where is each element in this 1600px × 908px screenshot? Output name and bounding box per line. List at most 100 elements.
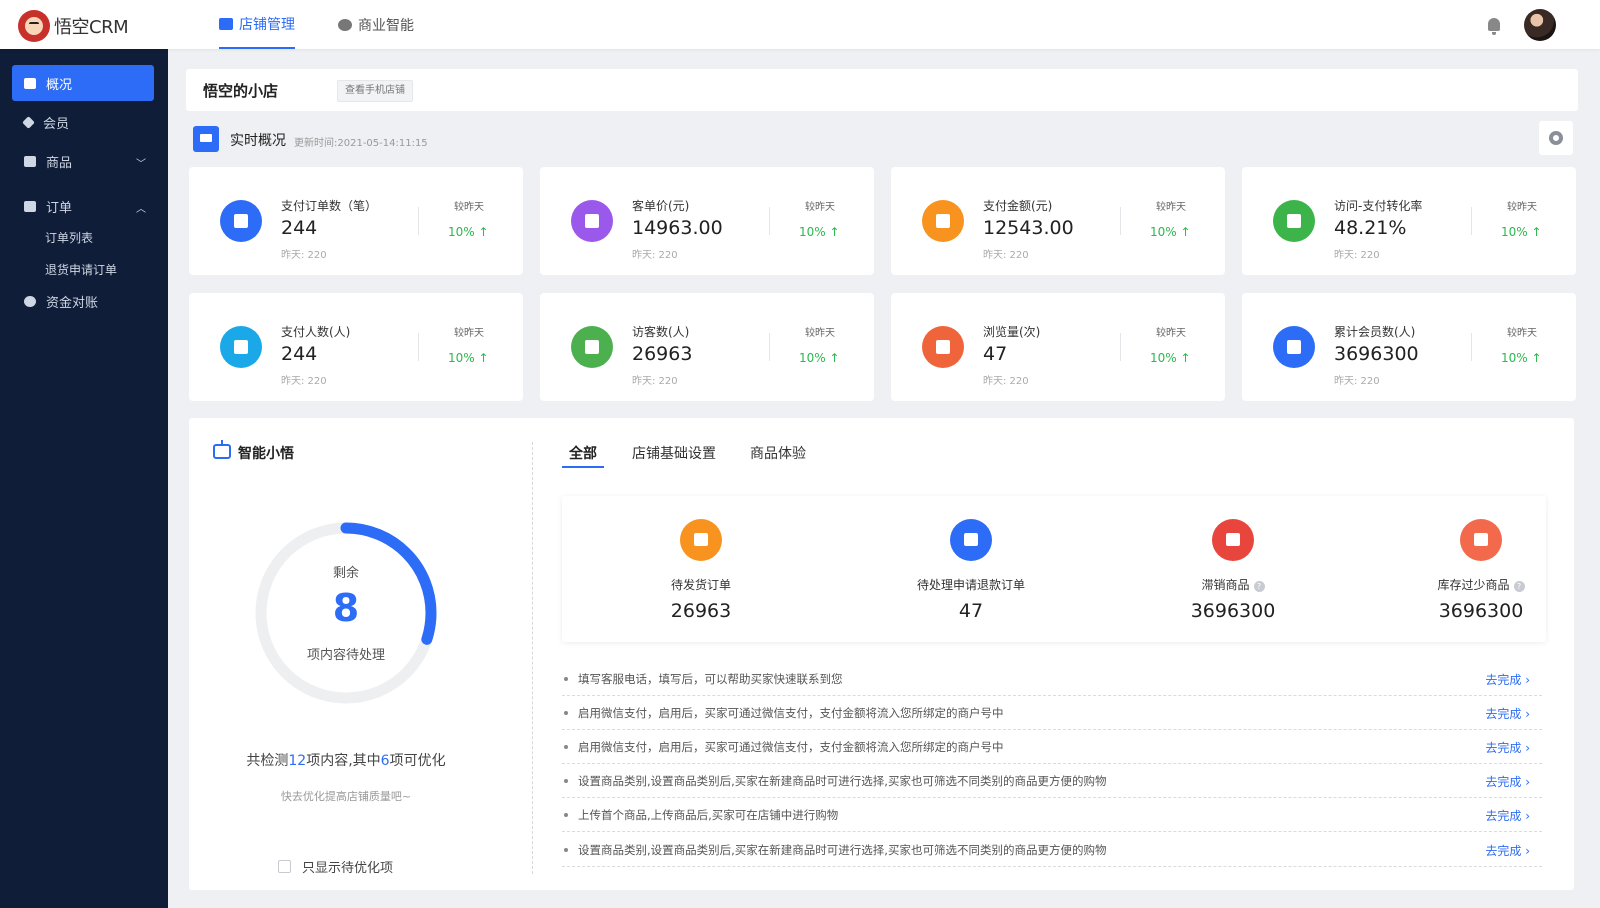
divider bbox=[1471, 333, 1472, 361]
sidebar-item-reconciliation[interactable]: 资金对账 bbox=[12, 283, 154, 319]
tab-product-experience[interactable]: 商品体验 bbox=[750, 443, 806, 463]
tab-store-management[interactable]: 店铺管理 bbox=[219, 0, 295, 49]
sidebar-subitem-order-list[interactable]: 订单列表 bbox=[45, 229, 93, 246]
stat-yesterday: 昨天: 220 bbox=[983, 376, 1029, 387]
bullet bbox=[564, 779, 568, 783]
task-text: 填写客服电话，填写后，可以帮助买家快速联系到您 bbox=[578, 672, 843, 686]
sidebar-item-overview[interactable]: 概况 bbox=[12, 65, 154, 101]
stat-label: 浏览量(次) bbox=[983, 325, 1041, 339]
bi-icon bbox=[338, 18, 352, 31]
task-row: 设置商品类别,设置商品类别后,买家在新建商品时可进行选择,买家也可筛选不同类别的… bbox=[562, 764, 1542, 798]
stat-label: 累计会员数(人) bbox=[1334, 325, 1416, 339]
stat-icon bbox=[571, 326, 613, 368]
stat-icon bbox=[571, 200, 613, 242]
order-icon bbox=[24, 200, 36, 212]
task-text: 启用微信支付，启用后，买家可通过微信支付，支付金额将流入您所绑定的商户号中 bbox=[578, 740, 1004, 754]
tab-business-intelligence[interactable]: 商业智能 bbox=[338, 0, 414, 49]
task-row: 上传首个商品,上传商品后,买家可在店铺中进行购物 去完成 › bbox=[562, 798, 1542, 832]
gear-icon bbox=[1549, 131, 1563, 145]
task-row: 设置商品类别,设置商品类别后,买家在新建商品时可进行选择,买家也可筛选不同类别的… bbox=[562, 833, 1542, 867]
divider bbox=[418, 333, 419, 361]
stat-yesterday: 昨天: 220 bbox=[632, 250, 678, 261]
stat-icon bbox=[1273, 200, 1315, 242]
stat-value: 3696300 bbox=[1334, 343, 1419, 365]
todo-item[interactable]: 待发货订单 26963 bbox=[578, 496, 824, 642]
update-time: 更新时间:2021-05-14:11:15 bbox=[294, 138, 428, 149]
robot-icon bbox=[213, 440, 231, 459]
bullet bbox=[564, 813, 568, 817]
change-percent: 10% ↑ bbox=[799, 351, 840, 365]
stat-icon bbox=[922, 326, 964, 368]
compare-label: 较昨天 bbox=[454, 328, 484, 339]
compare-label: 较昨天 bbox=[1507, 202, 1537, 213]
stat-value: 244 bbox=[281, 343, 318, 365]
divider bbox=[769, 207, 770, 235]
stat-card: 支付金额(元) 12543.00 昨天: 220 较昨天 10% ↑ bbox=[891, 167, 1225, 275]
todo-item[interactable]: 滞销商品? 3696300 bbox=[1110, 496, 1356, 642]
go-complete-link[interactable]: 去完成 › bbox=[1485, 671, 1530, 688]
task-row: 填写客服电话，填写后，可以帮助买家快速联系到您 去完成 › bbox=[562, 662, 1542, 696]
sidebar-item-label: 订单 bbox=[46, 200, 73, 216]
todo-item[interactable]: 待处理申请退款订单 47 bbox=[848, 496, 1094, 642]
glyph-icon bbox=[234, 340, 248, 354]
sidebar-subitem-return-orders[interactable]: 退货申请订单 bbox=[45, 261, 117, 278]
sidebar-item-members[interactable]: 会员 bbox=[12, 104, 154, 140]
go-complete-link[interactable]: 去完成 › bbox=[1485, 842, 1530, 859]
todo-label: 待发货订单 bbox=[670, 578, 731, 592]
view-mobile-shop-button[interactable]: 查看手机店铺 bbox=[337, 80, 413, 102]
settings-button[interactable] bbox=[1539, 121, 1573, 155]
divider bbox=[1120, 333, 1121, 361]
avatar[interactable] bbox=[1524, 9, 1556, 41]
stat-value: 48.21% bbox=[1334, 217, 1407, 239]
todo-icon bbox=[1460, 519, 1502, 561]
sidebar-item-label: 会员 bbox=[43, 116, 70, 132]
change-percent: 10% ↑ bbox=[1501, 351, 1542, 365]
glyph-icon bbox=[585, 214, 599, 228]
glyph-icon bbox=[234, 214, 248, 228]
task-text: 启用微信支付，启用后，买家可通过微信支付，支付金额将流入您所绑定的商户号中 bbox=[578, 706, 1004, 720]
stat-label: 访客数(人) bbox=[632, 325, 690, 339]
todo-icon bbox=[680, 519, 722, 561]
bullet bbox=[564, 677, 568, 681]
logo[interactable]: 悟空CRM bbox=[18, 10, 129, 42]
divider bbox=[418, 207, 419, 235]
realtime-title: 实时概况 bbox=[230, 133, 286, 149]
go-complete-link[interactable]: 去完成 › bbox=[1485, 705, 1530, 722]
todo-value: 3696300 bbox=[1438, 600, 1524, 622]
sidebar-item-label: 资金对账 bbox=[46, 295, 99, 311]
glyph-icon bbox=[694, 533, 708, 546]
sidebar-item-products[interactable]: 商品 ﹀ bbox=[12, 143, 154, 179]
todo-label-row: 库存过少商品? bbox=[1358, 576, 1600, 593]
compare-label: 较昨天 bbox=[805, 202, 835, 213]
only-pending-checkbox[interactable] bbox=[278, 860, 291, 873]
help-icon[interactable]: ? bbox=[1253, 581, 1265, 592]
glyph-icon bbox=[1474, 533, 1488, 546]
top-bar: 悟空CRM 店铺管理 商业智能 bbox=[0, 0, 1600, 49]
stat-card: 支付订单数（笔） 244 昨天: 220 较昨天 10% ↑ bbox=[189, 167, 523, 275]
stat-card: 累计会员数(人) 3696300 昨天: 220 较昨天 10% ↑ bbox=[1242, 293, 1576, 401]
task-text: 上传首个商品,上传商品后,买家可在店铺中进行购物 bbox=[578, 808, 839, 822]
todo-item[interactable]: 库存过少商品? 3696300 bbox=[1358, 496, 1600, 642]
money-bag-icon bbox=[24, 295, 36, 307]
go-complete-link[interactable]: 去完成 › bbox=[1485, 807, 1530, 824]
stat-icon bbox=[922, 200, 964, 242]
change-percent: 10% ↑ bbox=[1150, 351, 1191, 365]
summary-mid: 项内容,其中 bbox=[306, 753, 381, 769]
sidebar-item-label: 商品 bbox=[46, 155, 73, 171]
bell-icon[interactable] bbox=[1488, 18, 1500, 35]
go-complete-link[interactable]: 去完成 › bbox=[1485, 773, 1530, 790]
tab-all[interactable]: 全部 bbox=[569, 443, 597, 463]
summary-prefix: 共检测 bbox=[246, 753, 289, 769]
summary-suffix: 项可优化 bbox=[389, 753, 446, 769]
sidebar-item-orders[interactable]: 订单 ︿ bbox=[12, 188, 154, 224]
diamond-icon bbox=[22, 115, 35, 129]
go-complete-link[interactable]: 去完成 › bbox=[1485, 739, 1530, 756]
stat-card: 访问-支付转化率 48.21% 昨天: 220 较昨天 10% ↑ bbox=[1242, 167, 1576, 275]
tab-label: 店铺管理 bbox=[239, 16, 295, 33]
tab-store-basic-settings[interactable]: 店铺基础设置 bbox=[632, 443, 716, 463]
checkbox-label[interactable]: 只显示待优化项 bbox=[302, 857, 393, 876]
stat-label: 支付人数(人) bbox=[281, 325, 351, 339]
help-icon[interactable]: ? bbox=[1513, 581, 1525, 592]
compare-label: 较昨天 bbox=[454, 202, 484, 213]
glyph-icon bbox=[585, 340, 599, 354]
